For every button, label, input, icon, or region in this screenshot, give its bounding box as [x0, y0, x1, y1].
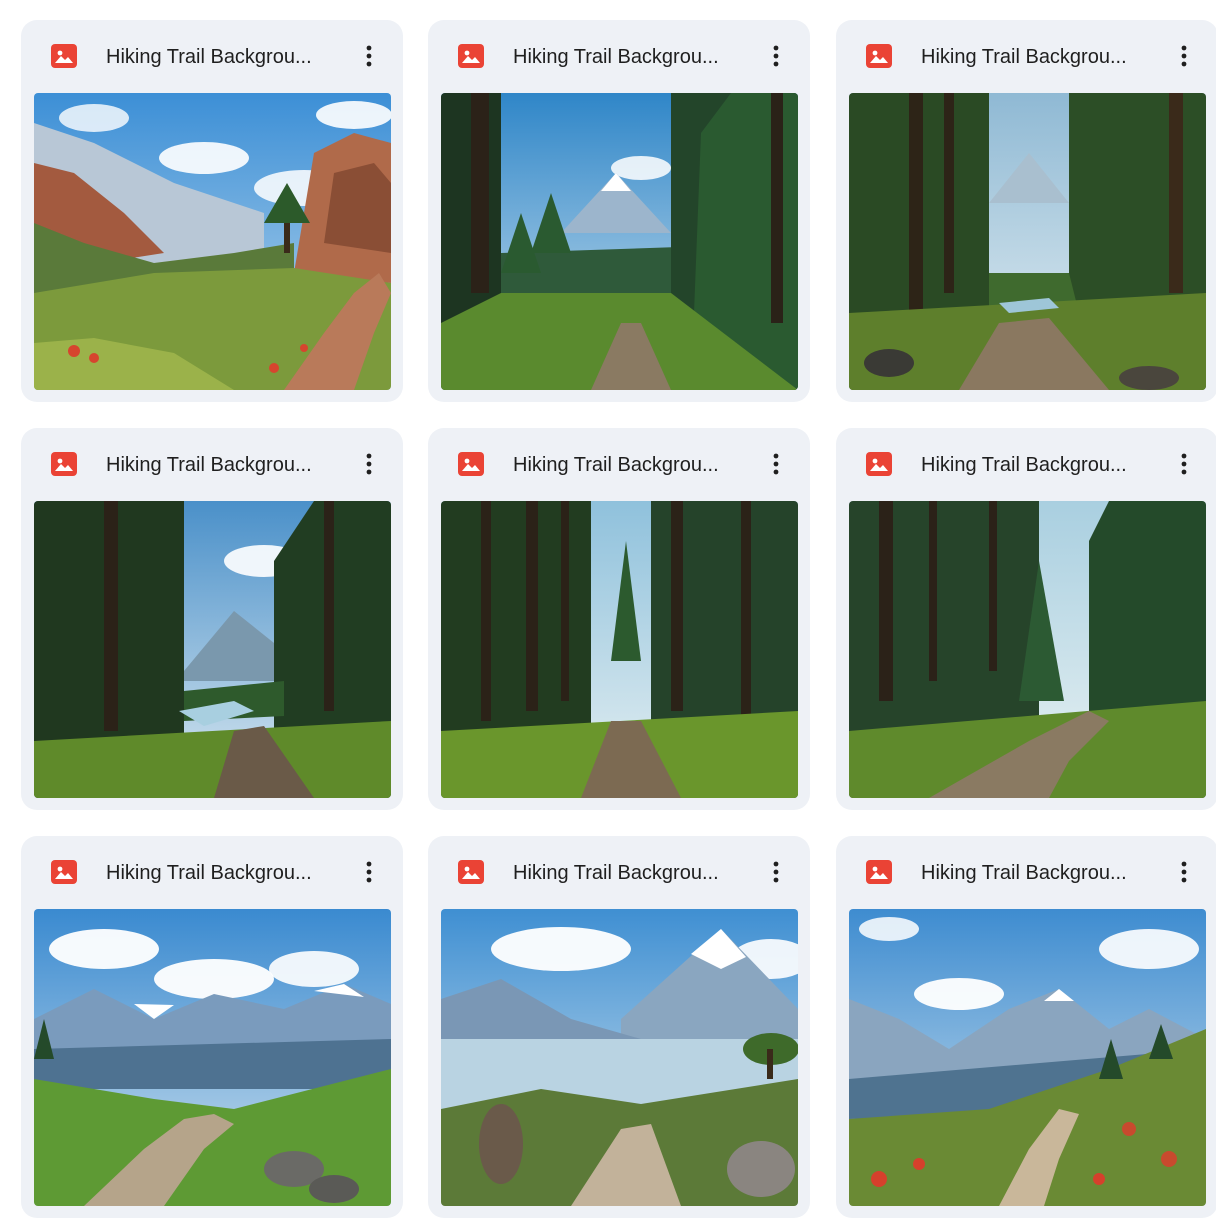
- file-title[interactable]: Hiking Trail Backgrou...: [921, 44, 1157, 70]
- file-title[interactable]: Hiking Trail Backgrou...: [106, 44, 342, 70]
- alpine-meadow-trail-thumbnail[interactable]: [34, 909, 391, 1206]
- image-file-icon: [866, 452, 892, 476]
- more-options-icon[interactable]: [1170, 854, 1198, 890]
- more-options-icon[interactable]: [762, 38, 790, 74]
- image-file-icon: [866, 44, 892, 68]
- file-card[interactable]: Hiking Trail Backgrou...: [428, 20, 810, 402]
- file-card-header: Hiking Trail Backgrou...: [21, 20, 403, 92]
- more-options-icon[interactable]: [355, 854, 383, 890]
- more-options-icon[interactable]: [355, 446, 383, 482]
- alpine-wildflower-trail-thumbnail[interactable]: [849, 909, 1206, 1206]
- more-options-icon[interactable]: [762, 446, 790, 482]
- image-file-icon: [458, 452, 484, 476]
- file-title[interactable]: Hiking Trail Backgrou...: [513, 860, 749, 886]
- file-card[interactable]: Hiking Trail Backgrou...: [21, 836, 403, 1218]
- file-card-header: Hiking Trail Backgrou...: [428, 836, 810, 908]
- more-options-icon[interactable]: [762, 854, 790, 890]
- more-options-icon[interactable]: [355, 38, 383, 74]
- pine-forest-river-trail-thumbnail[interactable]: [34, 501, 391, 798]
- file-card[interactable]: Hiking Trail Backgrou...: [836, 836, 1216, 1218]
- mountain-valley-rocky-trail-thumbnail[interactable]: [34, 93, 391, 390]
- mountain-peak-lake-trail-thumbnail[interactable]: [441, 909, 798, 1206]
- forest-trail-mountain-view-thumbnail[interactable]: [441, 93, 798, 390]
- file-card[interactable]: Hiking Trail Backgrou...: [836, 20, 1216, 402]
- file-card[interactable]: Hiking Trail Backgrou...: [428, 836, 810, 1218]
- file-card[interactable]: Hiking Trail Backgrou...: [21, 20, 403, 402]
- forest-trail-creek-thumbnail[interactable]: [849, 93, 1206, 390]
- file-card-header: Hiking Trail Backgrou...: [21, 428, 403, 500]
- forest-dirt-road-thumbnail[interactable]: [849, 501, 1206, 798]
- file-card-header: Hiking Trail Backgrou...: [428, 20, 810, 92]
- file-title[interactable]: Hiking Trail Backgrou...: [921, 860, 1157, 886]
- file-card-header: Hiking Trail Backgrou...: [836, 20, 1216, 92]
- more-options-icon[interactable]: [1170, 446, 1198, 482]
- file-card-header: Hiking Trail Backgrou...: [836, 428, 1216, 500]
- file-grid: Hiking Trail Backgrou... Hiking Trail Ba…: [0, 0, 1216, 1226]
- image-file-icon: [458, 860, 484, 884]
- file-card-header: Hiking Trail Backgrou...: [21, 836, 403, 908]
- file-title[interactable]: Hiking Trail Backgrou...: [513, 452, 749, 478]
- image-file-icon: [51, 44, 77, 68]
- file-title[interactable]: Hiking Trail Backgrou...: [921, 452, 1157, 478]
- file-title[interactable]: Hiking Trail Backgrou...: [106, 452, 342, 478]
- file-card[interactable]: Hiking Trail Backgrou...: [21, 428, 403, 810]
- file-card-header: Hiking Trail Backgrou...: [428, 428, 810, 500]
- image-file-icon: [51, 860, 77, 884]
- file-title[interactable]: Hiking Trail Backgrou...: [106, 860, 342, 886]
- file-card-header: Hiking Trail Backgrou...: [836, 836, 1216, 908]
- file-card[interactable]: Hiking Trail Backgrou...: [428, 428, 810, 810]
- file-title[interactable]: Hiking Trail Backgrou...: [513, 44, 749, 70]
- file-card[interactable]: Hiking Trail Backgrou...: [836, 428, 1216, 810]
- more-options-icon[interactable]: [1170, 38, 1198, 74]
- image-file-icon: [866, 860, 892, 884]
- image-file-icon: [458, 44, 484, 68]
- tall-pine-forest-path-thumbnail[interactable]: [441, 501, 798, 798]
- image-file-icon: [51, 452, 77, 476]
